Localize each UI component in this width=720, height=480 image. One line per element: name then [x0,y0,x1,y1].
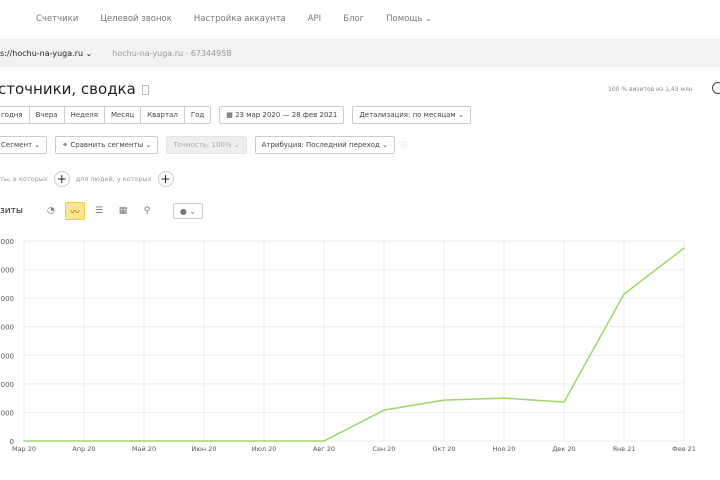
y-tick-label: 7 000 [0,238,14,246]
bookmark-icon[interactable] [141,84,149,95]
period-today[interactable]: годня [0,107,30,123]
segment-dropdown[interactable]: Сегмент ⌄ [0,136,48,154]
period-month[interactable]: Месяц [105,107,142,123]
nav-help[interactable]: Помощь ⌄ [386,14,432,24]
filters: ты, в которых + для людей, у которых + [0,171,174,187]
compare-text: Сравнить сегменты ⌄ [70,141,152,149]
period-quarter[interactable]: Квартал [141,107,185,123]
y-tick-label: 6 000 [0,267,14,275]
detail-dropdown[interactable]: Детализация: по месяцам ⌄ [352,106,471,124]
x-tick-label: Июн 20 [192,445,217,453]
clock-icon[interactable] [712,82,720,94]
x-tick-label: Июл 20 [252,445,277,453]
period-year[interactable]: Год [185,107,210,123]
line-chart-icon[interactable]: 〰 [64,202,85,220]
chart-view-toolbar: зиты ◔ 〰 ☰ ▦ ⚲ ● ⌄ [0,202,203,220]
data-point [443,399,445,401]
data-point [383,409,385,411]
bar-chart-icon[interactable]: ☰ [89,202,109,220]
filter-visits-label: ты, в которых [0,175,48,183]
period-tabs: годня Вчера Неделя Месяц Квартал Год [0,106,212,124]
period-week[interactable]: Неделя [65,107,105,123]
nav-counters[interactable]: Счетчики [36,14,78,24]
period-yesterday[interactable]: Вчера [30,107,65,123]
y-tick-label: 1 000 [0,409,14,417]
x-tick-label: Апр 20 [72,445,95,453]
nav-api[interactable]: API [308,14,321,24]
accuracy-dropdown[interactable]: Точность: 100% ⌄ [166,136,247,154]
y-tick-label: 3 000 [0,352,14,360]
y-tick-label: 2 000 [0,381,14,389]
date-range-text: 23 мар 2020 — 28 фев 2021 [235,111,338,119]
x-tick-label: Ноя 20 [492,445,515,453]
data-point [263,440,265,442]
annotations-dropdown[interactable]: ● ⌄ [172,203,203,219]
site-selector[interactable]: s://hochu-na-yuga.ru ⌄ [0,49,92,58]
attribution-dropdown[interactable]: Атрибуция: Последний переход ⌄ [254,136,395,154]
x-tick-label: Сен 20 [372,445,395,453]
nav-account-settings[interactable]: Настройка аккаунта [194,14,286,24]
x-tick-label: Янв 21 [613,445,636,453]
calendar-icon: ▦ [226,111,236,119]
page-title-text: сточники, сводка [0,80,136,98]
add-visit-filter-button[interactable]: + [53,171,70,187]
top-nav: Счетчики Целевой звонок Настройка аккаун… [0,0,720,38]
nav-target-call[interactable]: Целевой звонок [100,14,172,24]
data-point [623,293,625,295]
data-point [203,440,205,442]
counter-id: hochu-na-yuga.ru · 67344958 [112,48,232,58]
x-tick-label: Мар 20 [12,445,36,453]
metric-label: зиты [0,206,23,216]
nav-blog[interactable]: Блог [343,14,364,24]
visits-info: 100 % визитов из 1,43 млн [608,86,693,93]
filter-people-label: для людей, у которых [75,175,152,183]
x-tick-label: Авг 20 [313,445,335,453]
x-tick-label: Май 20 [132,445,156,453]
data-point [83,440,85,442]
data-point [23,440,25,442]
date-range-button[interactable]: ▦ 23 мар 2020 — 28 фев 2021 [219,106,345,124]
visits-line-chart: 01 0002 0003 0004 0005 0006 0007 000Мар … [0,238,696,453]
x-tick-label: Дек 20 [552,445,575,453]
y-tick-label: 4 000 [0,324,14,332]
page-title: сточники, сводка [0,80,149,98]
data-point [503,397,505,399]
help-icon[interactable]: ⓘ [401,140,408,150]
data-point [683,247,685,249]
data-point [143,440,145,442]
data-point [323,440,325,442]
pie-chart-icon[interactable]: ◔ [41,202,61,220]
x-tick-label: Фев 21 [672,445,696,453]
y-tick-label: 5 000 [0,295,14,303]
data-point [563,401,565,403]
table-chart-icon[interactable]: ▦ [113,202,133,220]
x-tick-label: Окт 20 [432,445,455,453]
add-people-filter-button[interactable]: + [157,171,174,187]
map-chart-icon[interactable]: ⚲ [137,202,157,220]
counter-bar: s://hochu-na-yuga.ru ⌄ hochu-na-yuga.ru … [0,39,720,67]
compare-segments-dropdown[interactable]: ⚭ Сравнить сегменты ⌄ [55,136,159,154]
